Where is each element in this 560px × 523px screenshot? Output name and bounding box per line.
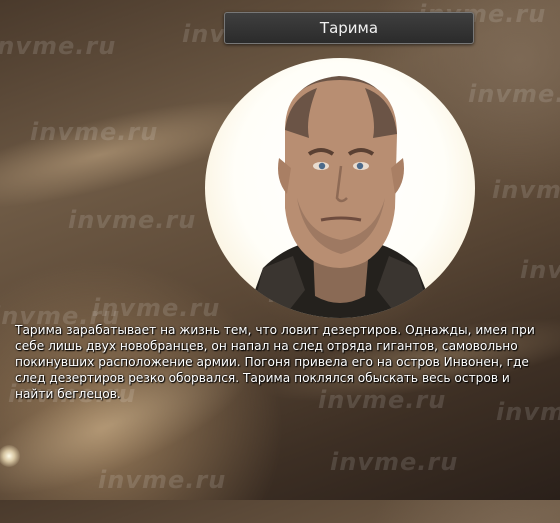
watermark: invme.ru	[30, 118, 159, 146]
watermark: invme.ru	[0, 32, 117, 60]
watermark: invme.ru	[98, 466, 227, 494]
watermark: invme.ru	[496, 398, 560, 426]
biography-line: Тарима зарабатывает на жизнь тем, что ло…	[15, 323, 535, 337]
watermark: invme.ru	[68, 206, 197, 234]
biography-line: найти беглецов.	[15, 387, 121, 401]
watermark: invme.ru	[520, 256, 560, 284]
biography-line: покинувших расположение армии. Погоня пр…	[15, 355, 529, 369]
watermark: invme.ru	[330, 448, 459, 476]
character-portrait-image	[245, 76, 437, 318]
biography-line: себе лишь двух новобранцев, он напал на …	[15, 339, 518, 353]
biography-line: след дезертиров резко оборвался. Тарима …	[15, 371, 510, 385]
watermark: invme.ru	[492, 176, 560, 204]
character-biography: Тарима зарабатывает на жизнь тем, что ло…	[15, 322, 535, 402]
character-name: Тарима	[319, 19, 379, 37]
character-name-header: Тарима	[224, 12, 474, 44]
character-portrait	[205, 58, 475, 318]
watermark: invme.ru	[468, 80, 560, 108]
watermark: invme.ru	[92, 294, 221, 322]
background-lens-flare	[0, 445, 20, 467]
